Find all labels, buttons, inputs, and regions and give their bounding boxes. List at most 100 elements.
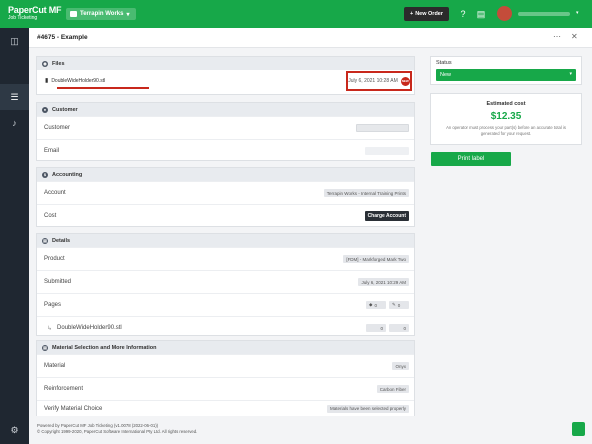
file-detail-values: 0 0 [366, 324, 409, 332]
print-label-button[interactable]: Print label [431, 152, 511, 166]
product-value: [FDM] - Markforged Mark Two [343, 255, 409, 263]
material-heading: Material Selection and More Information [52, 344, 157, 351]
close-icon[interactable]: ✕ [571, 32, 578, 41]
top-bar: PaperCut MF Job Ticketing Terrapin Works… [0, 0, 592, 28]
material-label: Material [44, 363, 66, 369]
organization-switcher[interactable]: Terrapin Works ▾ [66, 8, 136, 20]
file-count-b: 0 [389, 324, 409, 332]
pages-count-a: ◆ 0 [366, 301, 386, 309]
cost-label: Cost [44, 213, 57, 219]
account-label: Account [44, 190, 66, 196]
tag-icon: ◆ [369, 302, 373, 307]
file-date: July 6, 2021 10:28 AM [348, 78, 398, 84]
email-label: Email [44, 148, 60, 154]
dollar-icon: $ [42, 171, 48, 178]
charge-account-button[interactable]: Charge Account [364, 211, 409, 221]
status-value: New [440, 72, 452, 78]
user-name-redacted[interactable] [518, 12, 570, 16]
pages-values: ◆ 0 ✎ 0 [366, 301, 409, 309]
gear-icon[interactable]: ⚙ [9, 425, 20, 435]
product-label: Product [44, 256, 65, 262]
chevron-down-icon[interactable]: ▾ [576, 10, 579, 16]
bell-icon[interactable]: ♪ [9, 118, 20, 128]
new-order-button[interactable]: + New Order [404, 7, 449, 21]
status-card: Status New ▾ [430, 56, 582, 85]
doc-icon: ▤ [42, 237, 48, 244]
papercut-logo-icon[interactable] [572, 422, 585, 436]
sub-item-icon: ↳ [47, 325, 53, 332]
user-icon: ● [42, 106, 48, 113]
brand-name: PaperCut MF [8, 5, 62, 15]
pages-a-value: 0 [374, 302, 377, 308]
brand-logo[interactable]: PaperCut MF Job Ticketing [8, 5, 62, 21]
status-select[interactable]: New ▾ [436, 69, 576, 81]
chevron-down-icon: ▾ [569, 71, 572, 77]
estimated-cost-note: An operator must process your part(s) be… [446, 125, 566, 136]
columns-icon[interactable]: ◫ [9, 36, 20, 46]
submitted-row: Submitted July 6, 2021 10:29 AM [37, 270, 414, 293]
chevron-down-icon: ▾ [126, 11, 130, 18]
submitted-value: July 6, 2021 10:29 AM [358, 278, 409, 286]
new-order-label: New Order [415, 11, 444, 17]
customer-label: Customer [44, 125, 71, 131]
material-card: ▤ Material Selection and More Informatio… [36, 340, 415, 416]
avatar[interactable] [497, 6, 512, 21]
file-item[interactable]: ▮ DoubleWideHolder90.stl July 6, 2021 10… [37, 70, 414, 91]
files-heading: Files [52, 60, 65, 67]
chat-icon[interactable]: ▤ [476, 9, 486, 19]
reinforcement-label: Reinforcement [44, 386, 84, 392]
help-icon[interactable]: ? [458, 9, 468, 19]
verify-value: Materials have been selected properly [326, 404, 409, 413]
list-icon[interactable]: ☰ [9, 92, 20, 102]
pages-label: Pages [44, 302, 62, 308]
pages-b-value: 0 [397, 302, 401, 308]
customer-heading: Customer [52, 106, 78, 113]
email-row: Email [37, 139, 414, 162]
highlight-underline [57, 87, 149, 89]
brush-icon: ✎ [392, 302, 396, 307]
highlight-box: July 6, 2021 10:28 AM NEW [346, 71, 412, 91]
file-detail-label: DoubleWideHolder90.stl [57, 325, 122, 331]
details-heading: Details [52, 237, 71, 244]
material-row: Material Onyx [37, 354, 414, 377]
estimated-cost-value: $12.35 [490, 111, 522, 122]
customer-card: ● Customer Customer Email [36, 102, 415, 161]
verify-row: Verify Material Choice Materials have be… [37, 400, 414, 416]
material-header: ▤ Material Selection and More Informatio… [37, 341, 414, 354]
estimated-cost-card: Estimated cost $12.35 An operator must p… [430, 93, 582, 145]
cost-row: Cost Charge Account [37, 204, 414, 227]
email-value-redacted [365, 147, 409, 155]
page-title: #4675 - Example [37, 34, 88, 41]
files-header: ◉ Files [37, 57, 414, 70]
file-count-a: 0 [366, 324, 386, 332]
footer-line-2: © Copyright 1999-2020, PaperCut Software… [37, 429, 198, 435]
building-icon [70, 11, 77, 17]
account-value[interactable]: Terrapin Works - Internal Training Print… [323, 189, 409, 197]
status-label: Status [436, 60, 452, 66]
customer-row: Customer [37, 116, 414, 139]
estimated-cost-title: Estimated cost [486, 101, 526, 107]
file-detail-row: ↳ DoubleWideHolder90.stl 0 0 [37, 316, 414, 339]
new-badge: NEW [400, 76, 410, 86]
customer-value-redacted [356, 124, 409, 132]
details-header: ▤ Details [37, 234, 414, 247]
file-name[interactable]: DoubleWideHolder90.stl [51, 78, 105, 84]
more-options-icon[interactable]: ⋯ [553, 32, 561, 41]
organization-label: Terrapin Works [80, 11, 124, 17]
sidebar: ◫ ☰ ♪ ⚙ [0, 28, 29, 444]
material-value: Onyx [392, 362, 409, 370]
account-row: Account Terrapin Works - Internal Traini… [37, 181, 414, 204]
submitted-label: Submitted [44, 279, 72, 285]
accounting-header: $ Accounting [37, 168, 414, 181]
footer: Powered by PaperCut MF Job Ticketing (v1… [37, 423, 197, 436]
customer-header: ● Customer [37, 103, 414, 116]
eye-icon: ◉ [42, 60, 48, 67]
file-icon: ▮ [45, 78, 49, 84]
files-card: ◉ Files ▮ DoubleWideHolder90.stl July 6,… [36, 56, 415, 95]
accounting-card: $ Accounting Account Terrapin Works - In… [36, 167, 415, 227]
doc-icon: ▤ [42, 344, 48, 351]
accounting-heading: Accounting [52, 171, 83, 178]
plus-icon: + [409, 11, 414, 17]
reinforcement-value: Carbon Fiber [376, 385, 409, 393]
product-row: Product [FDM] - Markforged Mark Two [37, 247, 414, 270]
